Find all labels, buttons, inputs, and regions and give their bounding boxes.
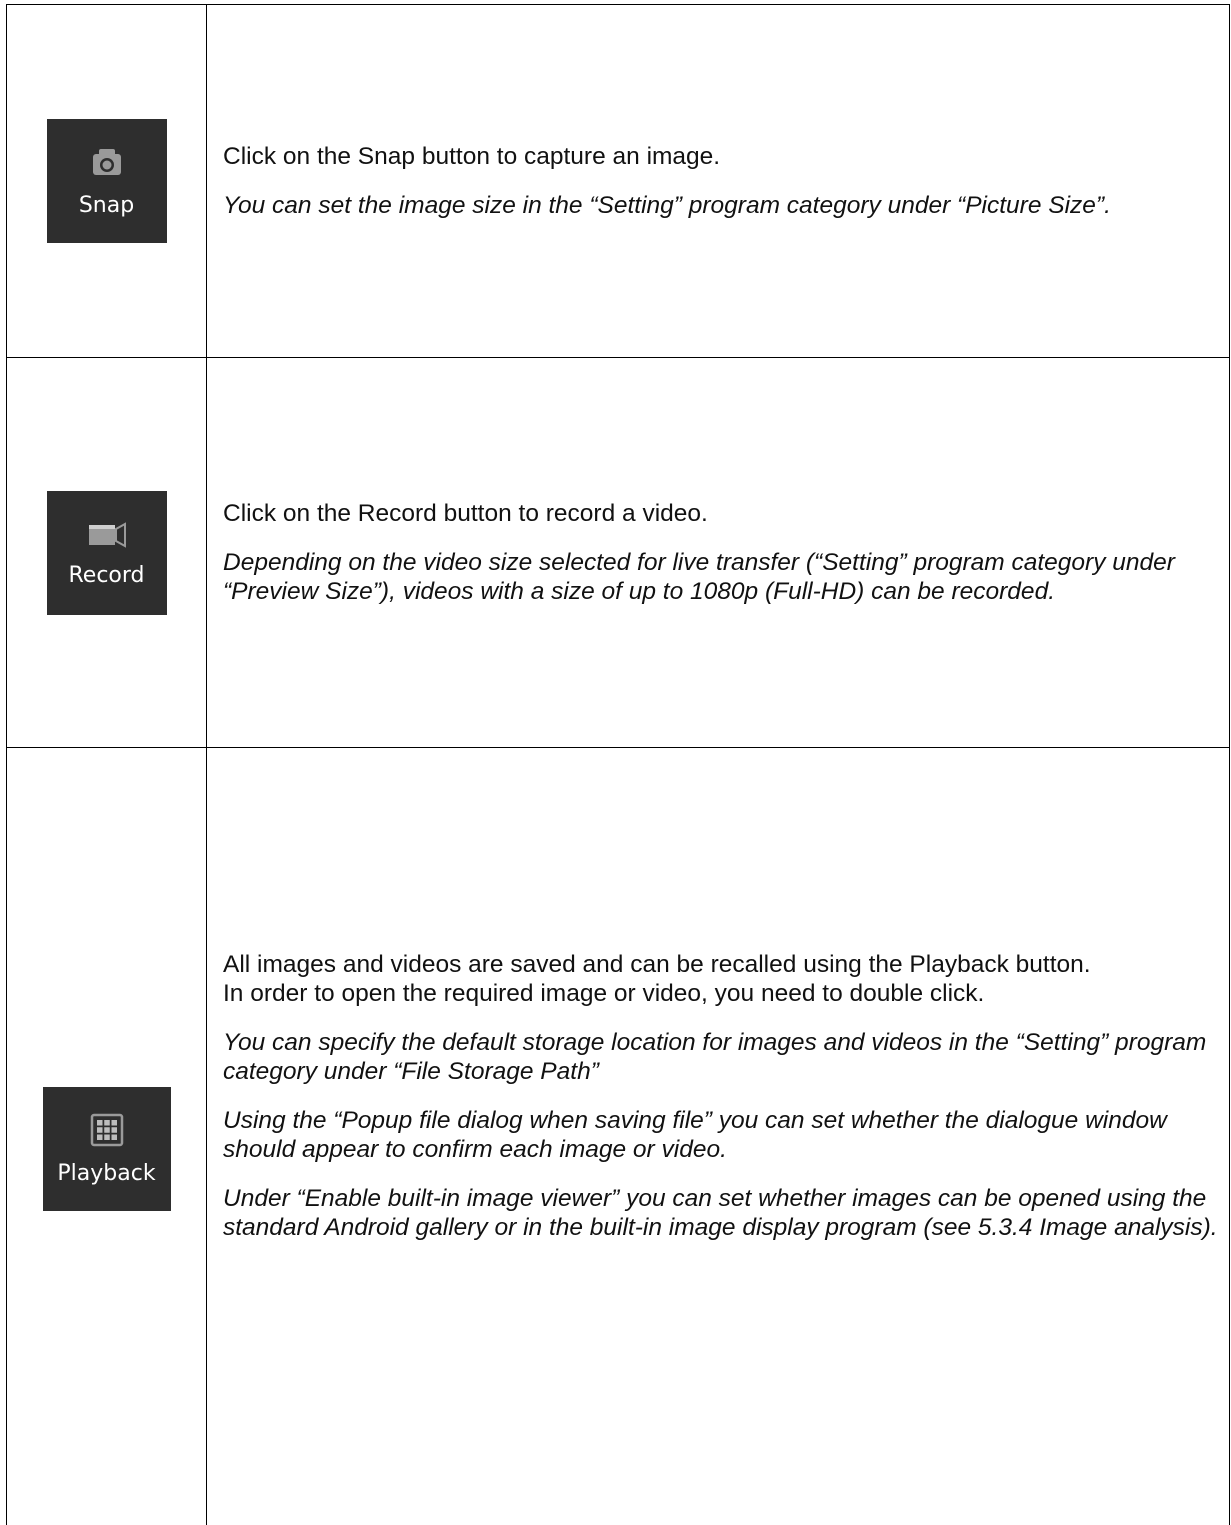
record-instruction: Click on the Record button to record a v… [223, 500, 708, 527]
playback-instruction-2: In order to open the required image or v… [223, 980, 985, 1007]
table-row: Playback All images and videos are saved… [6, 747, 1230, 1525]
table-row: Record Click on the Record button to rec… [6, 357, 1230, 748]
icon-cell: Playback [6, 747, 207, 1525]
table-row: Snap Click on the Snap button to capture… [6, 4, 1230, 358]
icon-cell: Record [6, 357, 207, 748]
playback-note-viewer: Under “Enable built-in image viewer” you… [223, 1185, 1218, 1241]
text-cell: Click on the Record button to record a v… [206, 357, 1230, 748]
playback-button-label: Playback [57, 1161, 156, 1186]
snap-button[interactable]: Snap [46, 119, 167, 243]
playback-instruction: All images and videos are saved and can … [223, 951, 1091, 978]
snap-note: You can set the image size in the “Setti… [223, 192, 1111, 219]
playback-note-popup: Using the “Popup file dialog when saving… [223, 1107, 1167, 1163]
record-button[interactable]: Record [46, 490, 167, 615]
record-note: Depending on the video size selected for… [223, 549, 1175, 605]
text-cell: All images and videos are saved and can … [206, 747, 1230, 1525]
camera-icon [89, 145, 125, 185]
playback-button[interactable]: Playback [42, 1087, 171, 1211]
snap-instruction: Click on the Snap button to capture an i… [223, 143, 721, 170]
text-cell: Click on the Snap button to capture an i… [206, 4, 1230, 358]
record-button-label: Record [68, 562, 145, 588]
icon-cell: Snap [6, 4, 207, 358]
playback-note-storage: You can specify the default storage loca… [223, 1029, 1207, 1085]
video-camera-icon [86, 519, 128, 555]
grid-icon [90, 1113, 124, 1153]
snap-button-label: Snap [78, 193, 135, 218]
instruction-table: Snap Click on the Snap button to capture… [6, 4, 1230, 1525]
